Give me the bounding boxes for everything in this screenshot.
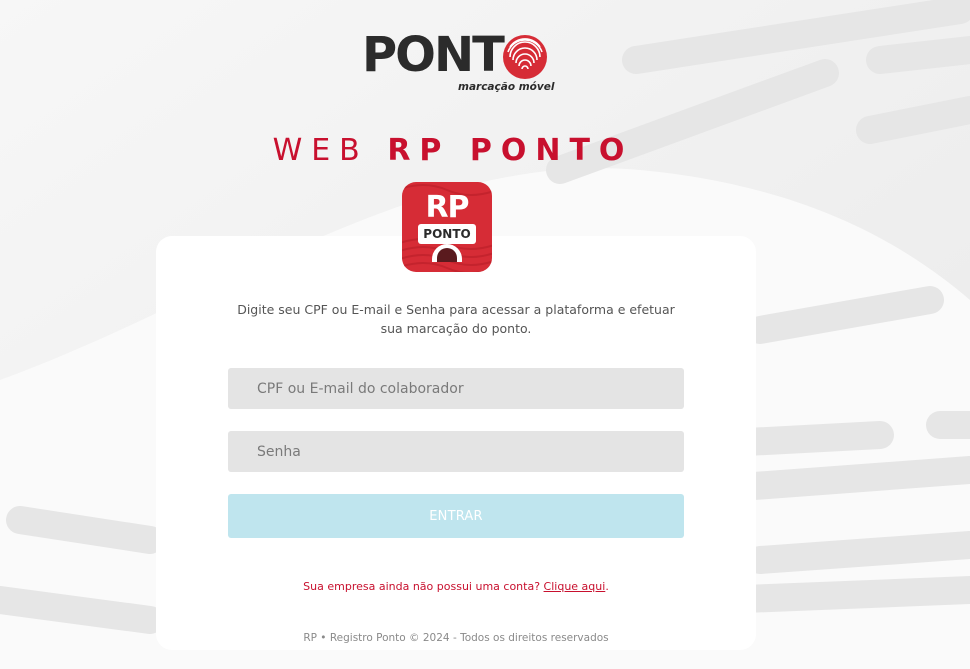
login-instructions: Digite seu CPF ou E-mail e Senha para ac… xyxy=(237,302,675,336)
title-light: WEB xyxy=(272,133,369,168)
title-bold: RP PONTO xyxy=(387,133,634,168)
signup-link[interactable]: Clique aqui xyxy=(544,580,606,593)
cpf-email-input[interactable] xyxy=(228,368,684,409)
login-page: PONT marcação móvel WEB RP PONTO RP PONT… xyxy=(0,0,970,669)
ponto-logo: PONT marcação móvel xyxy=(362,26,555,98)
app-icon-arch-inner xyxy=(437,248,457,262)
password-input[interactable] xyxy=(228,431,684,472)
logo-tagline: marcação móvel xyxy=(458,81,555,93)
signup-text: Sua empresa ainda não possui uma conta? xyxy=(303,580,544,593)
app-icon-ponto: PONTO xyxy=(418,224,476,244)
rp-ponto-app-icon: RP PONTO xyxy=(402,182,492,272)
login-button[interactable]: ENTRAR xyxy=(228,494,684,538)
app-icon-rp: RP xyxy=(425,190,469,225)
signup-prompt: Sua empresa ainda não possui uma conta? … xyxy=(156,580,756,593)
fingerprint-icon xyxy=(503,35,547,79)
footer-copyright: RP • Registro Ponto © 2024 - Todos os di… xyxy=(303,632,609,644)
signup-suffix: . xyxy=(605,580,609,593)
logo-wordmark: PONT xyxy=(362,27,505,83)
page-title: WEB RP PONTO xyxy=(0,133,906,168)
